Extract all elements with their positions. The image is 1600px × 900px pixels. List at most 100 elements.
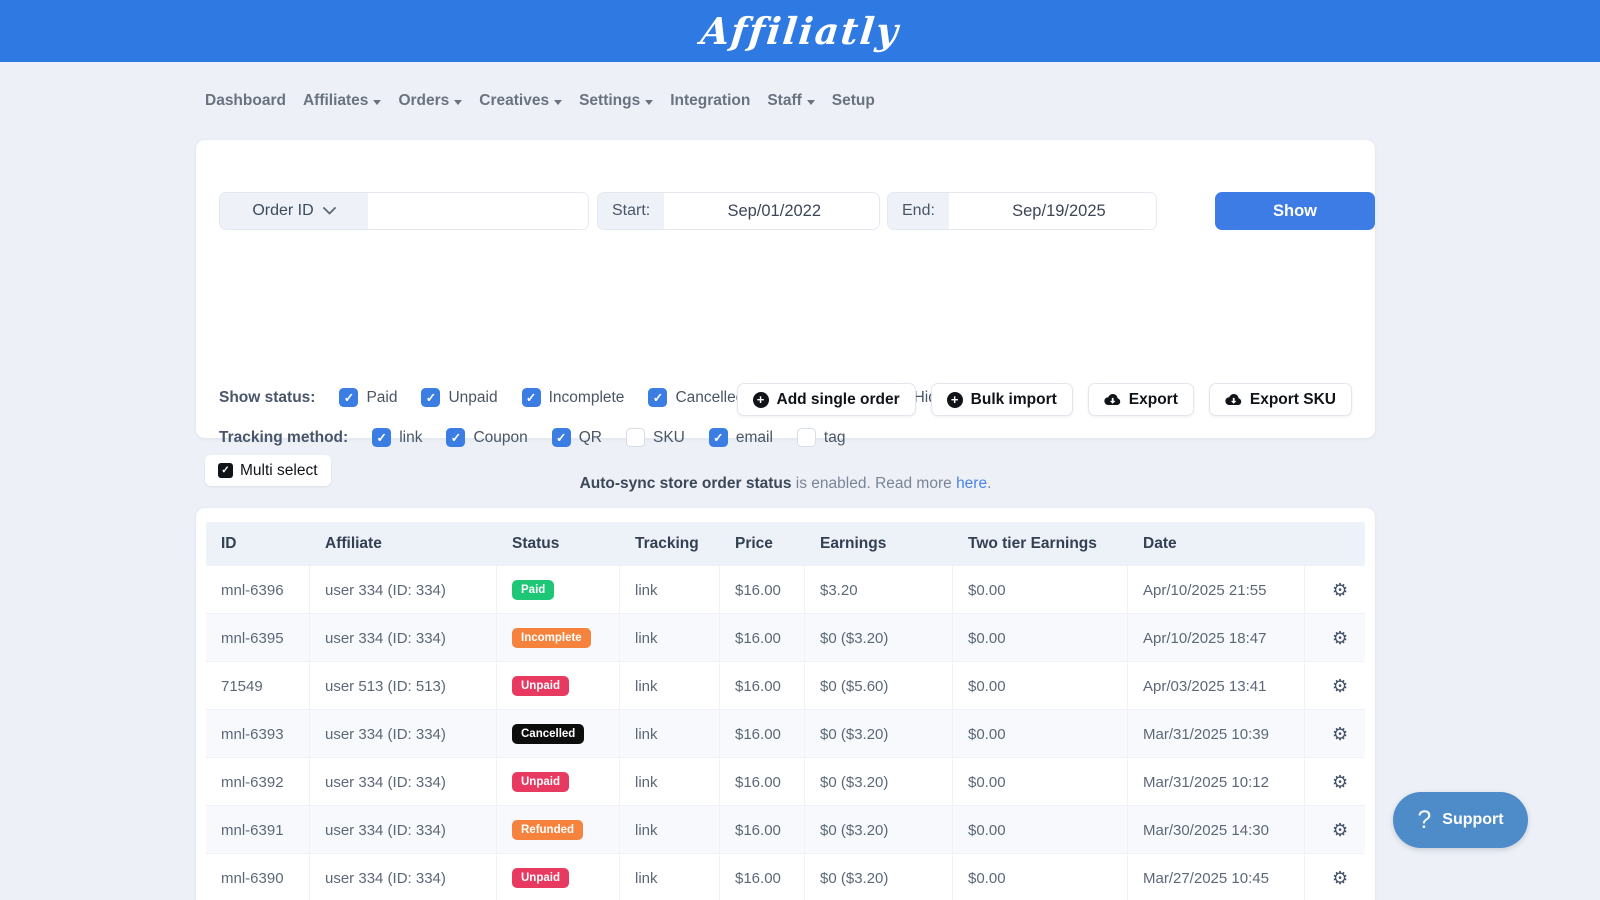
cell-tracking: link (620, 854, 720, 900)
start-date-group: Start: (597, 192, 880, 230)
autosync-readmore-link[interactable]: here (956, 475, 987, 492)
filter-field-select[interactable]: Order ID (220, 193, 368, 229)
status-badge: Refunded (512, 820, 583, 840)
cell-two-tier: $0.00 (953, 854, 1128, 900)
checkbox-unpaid[interactable]: ✓ Unpaid (421, 388, 497, 407)
cell-id: mnl-6392 (206, 758, 310, 806)
status-badge: Cancelled (512, 724, 584, 744)
checkbox-label: SKU (653, 429, 685, 447)
cell-price: $16.00 (720, 710, 805, 758)
action-button-label: Bulk import (971, 391, 1057, 409)
multi-select-toggle[interactable]: ✓ Multi select (205, 455, 331, 486)
gear-icon[interactable]: ⚙ (1332, 580, 1348, 601)
cell-date: Apr/03/2025 13:41 (1128, 662, 1305, 710)
nav-item-staff[interactable]: Staff (767, 92, 814, 110)
column-header-affiliate: Affiliate (310, 535, 497, 553)
cell-price: $16.00 (720, 854, 805, 900)
nav-item-orders[interactable]: Orders (398, 92, 462, 110)
checkbox-incomplete[interactable]: ✓ Incomplete (522, 388, 625, 407)
nav-menu: Dashboard Affiliates Orders Creatives Se… (205, 62, 875, 140)
nav-item-label: Staff (767, 92, 801, 110)
checkbox-cancelled[interactable]: ✓ Cancelled (648, 388, 744, 407)
checkbox-paid[interactable]: ✓ Paid (339, 388, 397, 407)
checkbox-email[interactable]: ✓ email (709, 428, 773, 447)
nav-item-affiliates[interactable]: Affiliates (303, 92, 381, 110)
brand-logo: Affiliatly (698, 9, 901, 53)
gear-icon[interactable]: ⚙ (1332, 772, 1348, 793)
plus-circle-icon: + (947, 392, 963, 408)
gear-icon[interactable]: ⚙ (1332, 724, 1348, 745)
checkbox-coupon[interactable]: ✓ Coupon (446, 428, 527, 447)
checkbox-qr[interactable]: ✓ QR (552, 428, 602, 447)
cell-status: Unpaid (497, 662, 620, 710)
tracking-filter-row: Tracking method: ✓ link ✓ Coupon ✓ QR SK… (219, 428, 845, 447)
cell-actions: ⚙ (1305, 566, 1365, 614)
table-row: mnl-6390 user 334 (ID: 334) Unpaid link … (206, 854, 1365, 900)
bulk-import-button[interactable]: + Bulk import (931, 383, 1073, 416)
checkbox-tag[interactable]: tag (797, 428, 846, 447)
cell-id: mnl-6393 (206, 710, 310, 758)
cell-actions: ⚙ (1305, 758, 1365, 806)
nav-item-label: Dashboard (205, 92, 286, 110)
export-sku-button[interactable]: Export SKU (1209, 383, 1352, 416)
checkbox-icon (626, 428, 645, 447)
end-date-group: End: (887, 192, 1157, 230)
show-button[interactable]: Show (1215, 192, 1375, 230)
status-badge: Unpaid (512, 676, 569, 696)
cell-status: Unpaid (497, 758, 620, 806)
autosync-note-suffix: . (987, 475, 991, 492)
cell-status: Paid (497, 566, 620, 614)
checkbox-sku[interactable]: SKU (626, 428, 685, 447)
multi-select-checkbox-icon: ✓ (218, 463, 233, 478)
start-date-input[interactable] (664, 193, 880, 229)
cell-price: $16.00 (720, 614, 805, 662)
gear-icon[interactable]: ⚙ (1332, 820, 1348, 841)
checkbox-label: Incomplete (549, 389, 625, 407)
cell-two-tier: $0.00 (953, 614, 1128, 662)
column-header-id: ID (206, 535, 310, 553)
cell-id: mnl-6391 (206, 806, 310, 854)
cell-tracking: link (620, 566, 720, 614)
order-id-input[interactable] (368, 193, 588, 229)
nav-item-label: Integration (670, 92, 750, 110)
nav-item-dashboard[interactable]: Dashboard (205, 92, 286, 110)
cell-earnings: $0 ($3.20) (805, 710, 953, 758)
cell-price: $16.00 (720, 806, 805, 854)
nav-item-label: Setup (832, 92, 875, 110)
cell-status: Cancelled (497, 710, 620, 758)
nav-item-setup[interactable]: Setup (832, 92, 875, 110)
column-header-two-tier-earnings: Two tier Earnings (953, 535, 1128, 553)
checkbox-label: Unpaid (448, 389, 497, 407)
export-button[interactable]: Export (1088, 383, 1194, 416)
gear-icon[interactable]: ⚙ (1332, 628, 1348, 649)
support-label: Support (1442, 811, 1503, 829)
checkbox-icon: ✓ (339, 388, 358, 407)
gear-icon[interactable]: ⚙ (1332, 868, 1348, 889)
nav-item-creatives[interactable]: Creatives (479, 92, 562, 110)
add-single-order-button[interactable]: + Add single order (737, 383, 916, 416)
end-date-label: End: (888, 193, 949, 229)
cell-two-tier: $0.00 (953, 806, 1128, 854)
action-button-label: Export (1129, 391, 1178, 409)
top-bar: Affiliatly (0, 0, 1600, 62)
end-date-input[interactable] (949, 193, 1157, 229)
checkbox-link[interactable]: ✓ link (372, 428, 422, 447)
support-button[interactable]: ? Support (1393, 792, 1528, 848)
question-icon: ? (1417, 806, 1431, 835)
cell-two-tier: $0.00 (953, 566, 1128, 614)
status-badge: Incomplete (512, 628, 591, 648)
cloud-download-icon (1225, 393, 1242, 407)
checkbox-label: Coupon (473, 429, 527, 447)
multi-select-label: Multi select (240, 462, 318, 480)
cell-tracking: link (620, 710, 720, 758)
checkbox-icon: ✓ (648, 388, 667, 407)
orders-table-card: IDAffiliateStatusTrackingPriceEarningsTw… (196, 508, 1375, 900)
cell-price: $16.00 (720, 566, 805, 614)
cell-status: Unpaid (497, 854, 620, 900)
gear-icon[interactable]: ⚙ (1332, 676, 1348, 697)
checkbox-label: Cancelled (675, 389, 744, 407)
cell-actions: ⚙ (1305, 662, 1365, 710)
nav-item-settings[interactable]: Settings (579, 92, 653, 110)
nav-item-integration[interactable]: Integration (670, 92, 750, 110)
action-button-label: Export SKU (1250, 391, 1336, 409)
